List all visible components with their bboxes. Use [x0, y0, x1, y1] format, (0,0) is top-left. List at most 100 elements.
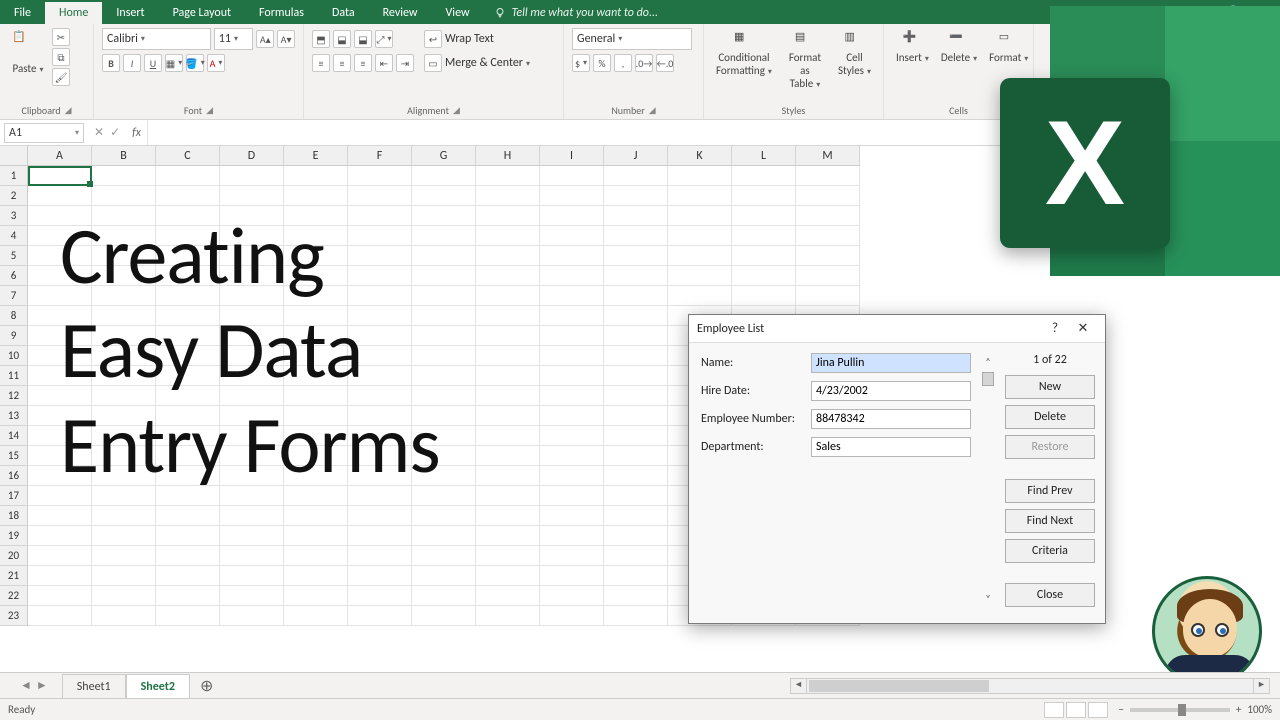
cell[interactable]	[220, 606, 284, 626]
find-next-button[interactable]: Find Next	[1005, 509, 1095, 533]
cell[interactable]	[220, 466, 284, 486]
dialog-launcher-icon[interactable]: ◢	[206, 105, 213, 116]
cell[interactable]	[476, 246, 540, 266]
cell[interactable]	[412, 546, 476, 566]
column-header[interactable]: D	[220, 146, 284, 166]
cell[interactable]	[284, 446, 348, 466]
font-size-select[interactable]: 11	[214, 28, 254, 50]
cell[interactable]	[540, 346, 604, 366]
cell[interactable]	[540, 166, 604, 186]
cell[interactable]	[92, 526, 156, 546]
cell[interactable]	[28, 566, 92, 586]
cell[interactable]	[28, 386, 92, 406]
cell[interactable]	[348, 546, 412, 566]
cell[interactable]	[476, 446, 540, 466]
cell[interactable]	[412, 326, 476, 346]
column-header[interactable]: C	[156, 146, 220, 166]
cell[interactable]	[732, 166, 796, 186]
cell[interactable]	[412, 366, 476, 386]
align-middle-button[interactable]: ⬓	[333, 30, 351, 48]
cell[interactable]	[156, 226, 220, 246]
cell[interactable]	[412, 386, 476, 406]
cell[interactable]	[540, 426, 604, 446]
row-header[interactable]: 17	[0, 486, 28, 506]
cell[interactable]	[540, 266, 604, 286]
tab-formulas[interactable]: Formulas	[245, 2, 318, 24]
row-header[interactable]: 5	[0, 246, 28, 266]
cancel-formula-icon[interactable]: ✕	[94, 125, 104, 140]
decrease-decimal-button[interactable]: ←.0	[656, 54, 674, 72]
cell[interactable]	[220, 346, 284, 366]
cell[interactable]	[540, 246, 604, 266]
cell[interactable]	[92, 286, 156, 306]
cell[interactable]	[540, 386, 604, 406]
cell[interactable]	[284, 226, 348, 246]
cell[interactable]	[28, 326, 92, 346]
row-header[interactable]: 6	[0, 266, 28, 286]
sheet-tab-2[interactable]: Sheet2	[126, 674, 190, 700]
cell[interactable]	[348, 606, 412, 626]
cell[interactable]	[476, 326, 540, 346]
cell[interactable]	[540, 486, 604, 506]
cell[interactable]	[92, 246, 156, 266]
cell[interactable]	[156, 166, 220, 186]
cell[interactable]	[156, 586, 220, 606]
cell[interactable]	[348, 226, 412, 246]
cell[interactable]	[92, 446, 156, 466]
cell[interactable]	[604, 326, 668, 346]
cell[interactable]	[92, 606, 156, 626]
row-header[interactable]: 1	[0, 166, 28, 186]
font-color-button[interactable]: A	[207, 54, 225, 72]
dialog-launcher-icon[interactable]: ◢	[649, 105, 656, 116]
cell[interactable]	[156, 346, 220, 366]
cell[interactable]	[220, 406, 284, 426]
format-painter-button[interactable]: 🖌	[52, 68, 70, 86]
cell[interactable]	[156, 466, 220, 486]
cell[interactable]	[220, 306, 284, 326]
cell[interactable]	[220, 426, 284, 446]
cell[interactable]	[284, 386, 348, 406]
row-header[interactable]: 9	[0, 326, 28, 346]
increase-decimal-button[interactable]: .0→	[635, 54, 653, 72]
cell[interactable]	[604, 506, 668, 526]
cell[interactable]	[412, 606, 476, 626]
cell[interactable]	[92, 406, 156, 426]
column-header[interactable]: J	[604, 146, 668, 166]
cell[interactable]	[284, 586, 348, 606]
cell[interactable]	[28, 506, 92, 526]
cell[interactable]	[28, 206, 92, 226]
cell[interactable]	[604, 246, 668, 266]
cell[interactable]	[604, 286, 668, 306]
tell-me-search[interactable]: Tell me what you want to do...	[484, 2, 668, 24]
employee-number-field[interactable]	[811, 409, 971, 429]
cell[interactable]	[604, 306, 668, 326]
cell[interactable]	[284, 606, 348, 626]
conditional-formatting-button[interactable]: ▦Conditional Formatting	[712, 28, 776, 79]
cell[interactable]	[92, 426, 156, 446]
formula-input[interactable]	[147, 120, 1280, 145]
row-header[interactable]: 4	[0, 226, 28, 246]
percent-button[interactable]: %	[593, 54, 611, 72]
cell[interactable]	[28, 166, 92, 186]
cell[interactable]	[668, 246, 732, 266]
wrap-text-button[interactable]: Wrap Text	[445, 32, 494, 46]
cell[interactable]	[476, 226, 540, 246]
cell[interactable]	[284, 506, 348, 526]
cell[interactable]	[348, 406, 412, 426]
font-family-select[interactable]: Calibri	[102, 28, 211, 50]
cell[interactable]	[796, 246, 860, 266]
cell[interactable]	[348, 386, 412, 406]
row-header[interactable]: 16	[0, 466, 28, 486]
cell[interactable]	[476, 486, 540, 506]
column-header[interactable]: I	[540, 146, 604, 166]
cell[interactable]	[796, 286, 860, 306]
cell[interactable]	[92, 466, 156, 486]
add-sheet-button[interactable]: ⊕	[190, 672, 223, 700]
cell[interactable]	[156, 506, 220, 526]
cell[interactable]	[92, 186, 156, 206]
cell[interactable]	[412, 186, 476, 206]
cell[interactable]	[476, 406, 540, 426]
cell[interactable]	[604, 406, 668, 426]
cell[interactable]	[28, 286, 92, 306]
cell[interactable]	[732, 226, 796, 246]
